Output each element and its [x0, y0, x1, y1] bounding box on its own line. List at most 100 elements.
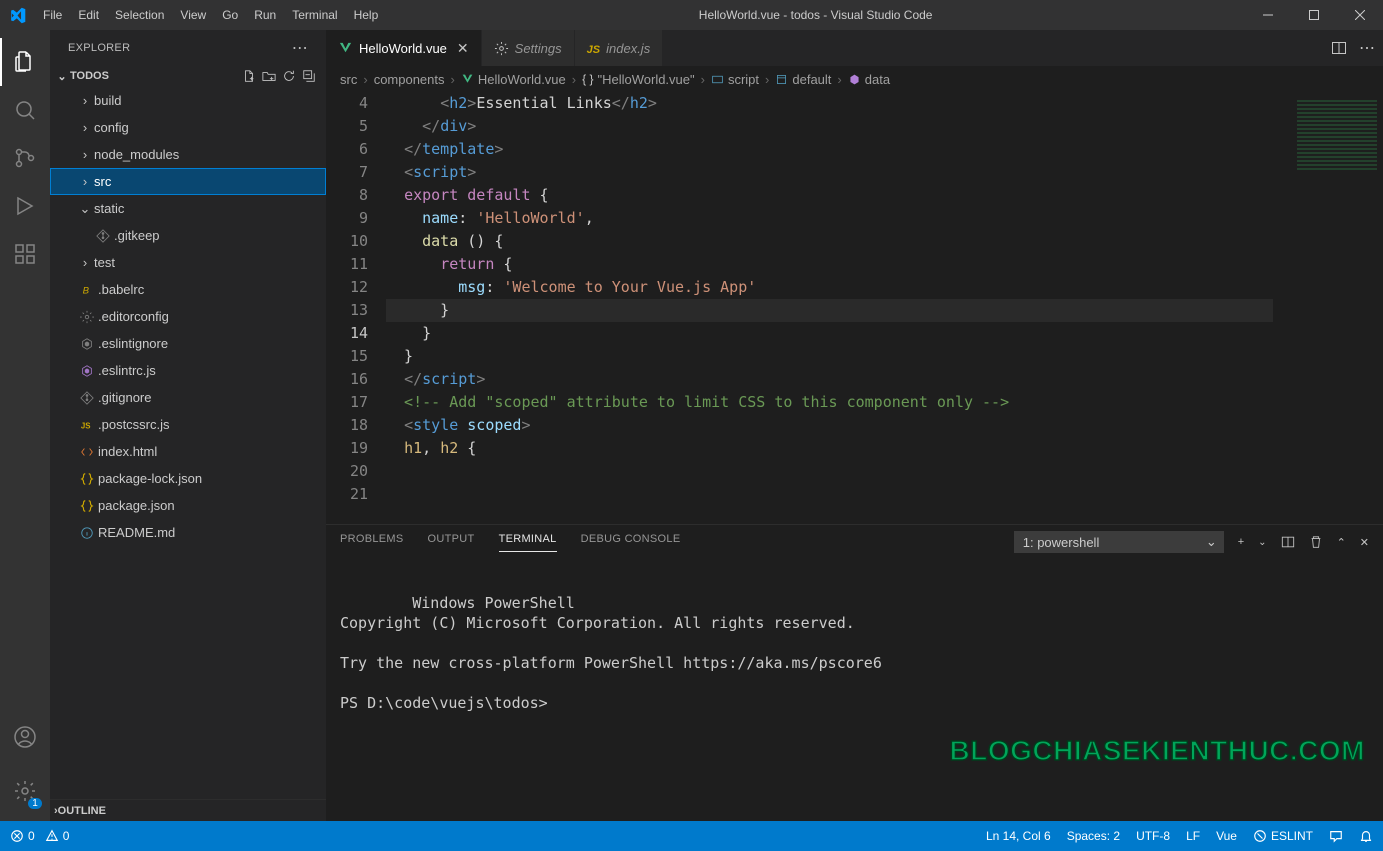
- menu-view[interactable]: View: [172, 0, 214, 30]
- minimap[interactable]: [1273, 92, 1383, 524]
- more-actions-icon[interactable]: ⋯: [1359, 38, 1375, 58]
- folder-static[interactable]: ⌄static: [50, 195, 326, 222]
- extensions-activity-icon[interactable]: [0, 230, 50, 278]
- method-icon: [848, 73, 861, 86]
- outline-section-header[interactable]: › OUTLINE: [50, 799, 326, 821]
- run-debug-activity-icon[interactable]: [0, 182, 50, 230]
- tab-settings[interactable]: Settings: [482, 30, 575, 66]
- dropdown-icon[interactable]: ⌄: [1258, 537, 1266, 548]
- breadcrumb-segment[interactable]: HelloWorld.vue: [461, 72, 566, 87]
- maximize-button[interactable]: [1291, 0, 1337, 30]
- terminal-body[interactable]: Windows PowerShell Copyright (C) Microso…: [326, 559, 1383, 821]
- notifications-icon[interactable]: [1359, 829, 1373, 843]
- maximize-panel-icon[interactable]: ⌃: [1337, 536, 1346, 549]
- eslint-status[interactable]: ESLINT: [1253, 829, 1313, 843]
- panel-tab-debug-console[interactable]: DEBUG CONSOLE: [581, 533, 681, 551]
- folder-node_modules[interactable]: ›node_modules: [50, 141, 326, 168]
- breadcrumb-segment[interactable]: script: [711, 72, 759, 87]
- code-editor[interactable]: 456789101112131415161718192021 <h2>Essen…: [326, 92, 1383, 524]
- chevron-icon: ›: [78, 255, 92, 270]
- close-panel-icon[interactable]: ✕: [1360, 536, 1369, 549]
- cursor-position[interactable]: Ln 14, Col 6: [986, 829, 1051, 843]
- file-tree[interactable]: ›build›config›node_modules›src⌄static.gi…: [50, 87, 326, 799]
- tab-label: HelloWorld.vue: [359, 41, 447, 56]
- menu-edit[interactable]: Edit: [70, 0, 107, 30]
- explorer-sidebar: EXPLORER ⋯ ⌄ TODOS ›build›config›node_mo…: [50, 30, 326, 821]
- breadcrumb-separator: ›: [570, 72, 578, 87]
- kill-terminal-icon[interactable]: [1309, 535, 1323, 549]
- file--eslintrc-js[interactable]: .eslintrc.js: [50, 357, 326, 384]
- terminal-selector[interactable]: 1: powershell ⌄: [1014, 531, 1224, 553]
- file--editorconfig[interactable]: .editorconfig: [50, 303, 326, 330]
- split-terminal-icon[interactable]: [1281, 535, 1295, 549]
- tab-helloworld-vue[interactable]: HelloWorld.vue ✕: [326, 30, 482, 66]
- breadcrumb-separator: ›: [763, 72, 771, 87]
- file--eslintignore[interactable]: .eslintignore: [50, 330, 326, 357]
- html-icon: [78, 445, 96, 459]
- explorer-activity-icon[interactable]: [0, 38, 50, 86]
- refresh-icon[interactable]: [282, 69, 302, 83]
- settings-activity-icon[interactable]: 1: [0, 767, 50, 815]
- split-editor-icon[interactable]: [1331, 40, 1347, 56]
- code-content[interactable]: <h2>Essential Links</h2> </div> </templa…: [386, 92, 1273, 524]
- source-control-activity-icon[interactable]: [0, 134, 50, 182]
- panel-tab-output[interactable]: OUTPUT: [428, 533, 475, 551]
- accounts-activity-icon[interactable]: [0, 713, 50, 761]
- watermark-text: BLOGCHIASEKIENTHUC.COM: [950, 741, 1365, 761]
- problems-status[interactable]: 0 0: [10, 829, 69, 843]
- breadcrumbs[interactable]: src›components›HelloWorld.vue›{ }"HelloW…: [326, 66, 1383, 92]
- chevron-icon: ›: [78, 120, 92, 135]
- tree-item-label: .gitignore: [96, 390, 151, 405]
- collapse-all-icon[interactable]: [302, 69, 322, 83]
- breadcrumb-label: src: [340, 72, 357, 87]
- line-numbers: 456789101112131415161718192021: [326, 92, 386, 524]
- menu-go[interactable]: Go: [214, 0, 246, 30]
- encoding-status[interactable]: UTF-8: [1136, 829, 1170, 843]
- file--gitkeep[interactable]: .gitkeep: [50, 222, 326, 249]
- menu-help[interactable]: Help: [346, 0, 387, 30]
- search-activity-icon[interactable]: [0, 86, 50, 134]
- close-button[interactable]: [1337, 0, 1383, 30]
- activity-bar: 1: [0, 30, 50, 821]
- menu-run[interactable]: Run: [246, 0, 284, 30]
- close-tab-icon[interactable]: ✕: [457, 40, 469, 57]
- menu-file[interactable]: File: [35, 0, 70, 30]
- panel-tab-terminal[interactable]: TERMINAL: [499, 533, 557, 552]
- breadcrumb-label: components: [374, 72, 445, 87]
- feedback-icon[interactable]: [1329, 829, 1343, 843]
- eslint-icon: [78, 337, 96, 351]
- breadcrumb-segment[interactable]: default: [775, 72, 831, 87]
- chevron-icon: ›: [78, 174, 92, 189]
- folder-src[interactable]: ›src: [50, 168, 326, 195]
- indentation-status[interactable]: Spaces: 2: [1067, 829, 1120, 843]
- language-status[interactable]: Vue: [1216, 829, 1237, 843]
- menu-terminal[interactable]: Terminal: [284, 0, 345, 30]
- menu-selection[interactable]: Selection: [107, 0, 172, 30]
- breadcrumb-segment[interactable]: components: [374, 72, 445, 87]
- sidebar-more-icon[interactable]: ⋯: [292, 38, 308, 58]
- minimize-button[interactable]: [1245, 0, 1291, 30]
- breadcrumb-segment[interactable]: data: [848, 72, 890, 87]
- eol-status[interactable]: LF: [1186, 829, 1200, 843]
- file-index-html[interactable]: index.html: [50, 438, 326, 465]
- new-folder-icon[interactable]: [262, 69, 282, 83]
- breadcrumb-segment[interactable]: src: [340, 72, 357, 87]
- file-package-json[interactable]: package.json: [50, 492, 326, 519]
- file-package-lock-json[interactable]: package-lock.json: [50, 465, 326, 492]
- file--gitignore[interactable]: .gitignore: [50, 384, 326, 411]
- folder-config[interactable]: ›config: [50, 114, 326, 141]
- breadcrumb-label: HelloWorld.vue: [478, 72, 566, 87]
- new-file-icon[interactable]: [242, 69, 262, 83]
- file--postcssrc-js[interactable]: JS.postcssrc.js: [50, 411, 326, 438]
- folder-build[interactable]: ›build: [50, 87, 326, 114]
- braces-icon: { }: [582, 72, 593, 86]
- folder-test[interactable]: ›test: [50, 249, 326, 276]
- breadcrumb-segment[interactable]: { }"HelloWorld.vue": [582, 72, 695, 87]
- file--babelrc[interactable]: B.babelrc: [50, 276, 326, 303]
- panel-tab-problems[interactable]: PROBLEMS: [340, 533, 404, 551]
- folder-section-header[interactable]: ⌄ TODOS: [50, 65, 326, 87]
- tab-index-js[interactable]: JSindex.js: [575, 30, 664, 66]
- new-terminal-icon[interactable]: +: [1238, 536, 1244, 548]
- file-README-md[interactable]: README.md: [50, 519, 326, 546]
- panel-tabs: PROBLEMS OUTPUT TERMINAL DEBUG CONSOLE 1: p…: [326, 525, 1383, 559]
